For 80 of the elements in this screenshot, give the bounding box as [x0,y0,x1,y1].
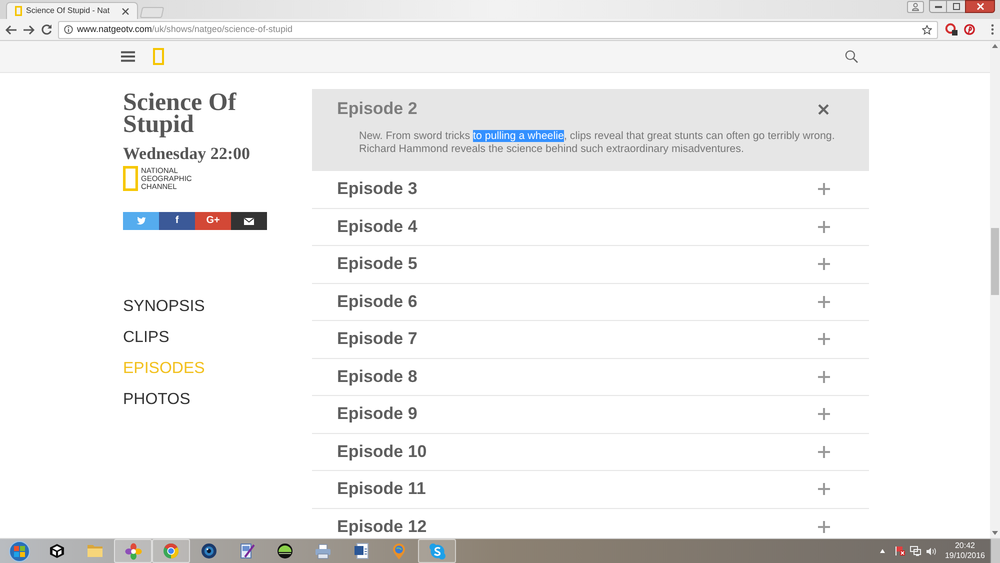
dome-icon [277,543,293,559]
episode-title[interactable]: Episode 11 [337,479,426,500]
episode-title[interactable]: Episode 2 [337,99,418,119]
plus-icon[interactable] [818,258,830,270]
tray-arrow-icon[interactable] [880,549,885,553]
clock-date[interactable]: 19/10/2016 [944,551,985,561]
show-desktop-button[interactable] [990,539,1000,563]
minimize-button[interactable] [929,0,947,13]
person-icon [912,3,919,11]
minimize-icon [934,6,942,8]
info-icon[interactable] [64,25,73,34]
network-icon[interactable] [910,546,921,556]
cloud-icon [428,542,446,560]
nav-link[interactable]: SYNOPSIS [123,291,205,322]
maximize-icon [952,3,960,10]
episode-description: New. From sword tricks to pulling a wheelie, clips reveal that great stunts can often go terribly wrong. Richard Hammond reveals the science behind such extraordinary misadventures. [358,130,836,156]
envelope-icon [244,218,254,224]
close-icon[interactable] [818,104,829,114]
reload-icon[interactable] [41,24,52,35]
plus-icon[interactable] [818,370,830,383]
ring-icon [163,543,179,559]
plus-icon[interactable] [818,220,830,233]
episode-title[interactable]: Episode 8 [337,366,418,387]
close-button[interactable] [965,0,995,13]
show-title: Science Of Stupid [123,92,238,136]
episode-title[interactable]: Episode 9 [337,404,418,424]
share-button[interactable] [231,212,267,230]
scroll-up-icon[interactable] [992,44,998,48]
nav-link[interactable]: PHOTOS [123,384,190,415]
bird-icon [136,217,146,225]
plus-icon[interactable] [818,333,830,346]
forward-arrow-icon[interactable] [23,24,35,34]
letter-circle-icon[interactable] [964,24,975,35]
plus-icon[interactable] [818,296,830,308]
star-icon[interactable] [922,24,932,34]
episode-title[interactable]: Episode 10 [337,442,427,462]
search-icon[interactable] [845,50,858,63]
globe-pin-icon [392,542,406,560]
speaker-icon[interactable] [926,546,937,556]
printer-icon [315,544,331,558]
clock-time[interactable]: 20:42 [954,541,975,551]
maximize-button[interactable] [947,0,965,13]
document-pen-icon [240,543,254,559]
nav-link[interactable]: CLIPS [123,322,170,353]
share-button[interactable]: G+ [195,212,231,230]
cube-icon [49,543,65,559]
episode-title[interactable]: Episode 6 [337,292,418,312]
episode-title[interactable]: Episode 3 [337,179,418,200]
episode-title[interactable]: Episode 7 [337,329,418,350]
scrollbar-thumb[interactable] [991,228,999,295]
lens-icon [201,543,217,559]
episode-title[interactable]: Episode 4 [337,216,418,237]
ring-badge-icon[interactable] [945,23,958,36]
plus-icon[interactable] [818,183,830,196]
back-arrow-icon[interactable] [5,24,17,34]
plus-icon[interactable] [818,520,830,533]
folder-icon [87,544,103,558]
browser-tab[interactable]: Science Of Stupid - Nat [6,2,138,19]
share-button[interactable]: f [159,212,195,230]
tab-title: Science Of Stupid - Nat [26,6,111,16]
channel-logo-icon [123,166,138,191]
flag-icon[interactable] [894,546,905,556]
plus-icon[interactable] [818,408,830,420]
url-text: www.natgeotv.com/uk/shows/natgeo/science-of-stupid [77,24,292,35]
close-icon[interactable] [122,8,129,14]
schedule-text: Wednesday 22:00 [123,144,250,164]
pinwheel-icon [124,542,142,560]
episode-title[interactable]: Episode 5 [337,254,418,274]
scroll-down-icon[interactable] [992,531,998,535]
profile-button[interactable] [907,1,924,13]
close-icon [976,3,984,10]
menu-icon[interactable] [121,51,135,62]
start-orb-icon [8,540,30,562]
document-icon [354,543,368,559]
address-bar[interactable]: www.natgeotv.com/uk/shows/natgeo/science-of-stupid [58,20,938,38]
episode-title[interactable]: Episode 12 [337,516,427,537]
favicon-icon [15,6,22,16]
plus-icon[interactable] [818,446,830,458]
plus-icon[interactable] [818,483,830,496]
more-icon[interactable] [991,24,994,35]
